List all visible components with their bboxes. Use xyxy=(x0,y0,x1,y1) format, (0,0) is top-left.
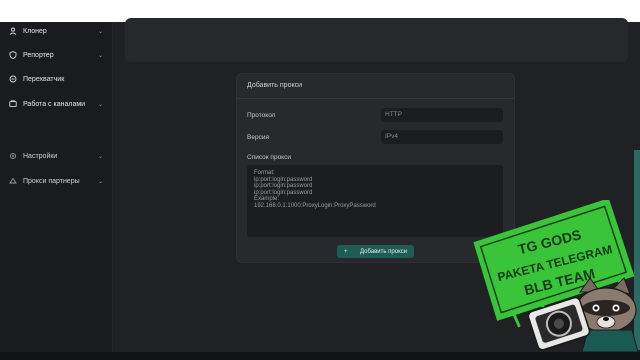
team-sticker: TG GODS PAKETA TELEGRAM BLB TEAM xyxy=(473,200,639,352)
card-header: Добавить прокси xyxy=(237,74,514,99)
user-icon xyxy=(9,27,17,35)
sidebar-item-channels[interactable]: Работа с каналами ⌄ xyxy=(0,95,112,113)
sidebar-item-settings[interactable]: Настройки ⌄ xyxy=(0,147,112,165)
chevron-down-icon: ⌄ xyxy=(98,28,104,35)
sidebar-item-label: Прокси партнеры xyxy=(23,177,80,185)
add-proxy-button-label: Добавить прокси xyxy=(360,248,408,255)
sidebar-item-label: Репортер xyxy=(23,51,54,59)
version-select[interactable]: IPv4 xyxy=(381,130,503,144)
proxy-icon xyxy=(9,177,17,185)
channel-icon xyxy=(9,100,17,108)
sidebar-item-cloner[interactable]: Клонер ⌄ xyxy=(0,22,112,40)
proxy-list-label: Список прокси xyxy=(247,154,291,161)
card-title: Добавить прокси xyxy=(247,82,303,89)
sidebar-item-interceptor[interactable]: Перехватчик xyxy=(0,70,112,88)
plus-icon: + xyxy=(344,248,348,255)
chevron-down-icon: ⌄ xyxy=(98,178,104,185)
bottom-bar xyxy=(0,352,640,360)
protocol-select[interactable]: HTTP xyxy=(381,108,503,122)
chevron-down-icon: ⌄ xyxy=(98,52,104,59)
gear-icon xyxy=(9,152,17,160)
protocol-label: Протокол xyxy=(247,112,276,119)
sidebar: Клонер ⌄ Репортер ⌄ Перехватчик Работа с… xyxy=(0,22,113,352)
version-label: Версия xyxy=(247,134,269,141)
add-proxy-button[interactable]: + Добавить прокси xyxy=(337,245,414,258)
sidebar-item-proxy-partners[interactable]: Прокси партнеры ⌄ xyxy=(0,172,112,190)
sidebar-item-label: Работа с каналами xyxy=(23,100,86,108)
intercept-icon xyxy=(9,75,17,83)
sidebar-item-label: Перехватчик xyxy=(23,75,65,83)
previous-card xyxy=(125,18,628,62)
chevron-down-icon: ⌄ xyxy=(98,101,104,108)
sidebar-item-reporter[interactable]: Репортер ⌄ xyxy=(0,46,112,64)
shield-icon xyxy=(9,51,17,59)
sidebar-item-label: Настройки xyxy=(23,152,58,160)
sidebar-item-label: Клонер xyxy=(23,27,47,35)
chevron-down-icon: ⌄ xyxy=(98,153,104,160)
